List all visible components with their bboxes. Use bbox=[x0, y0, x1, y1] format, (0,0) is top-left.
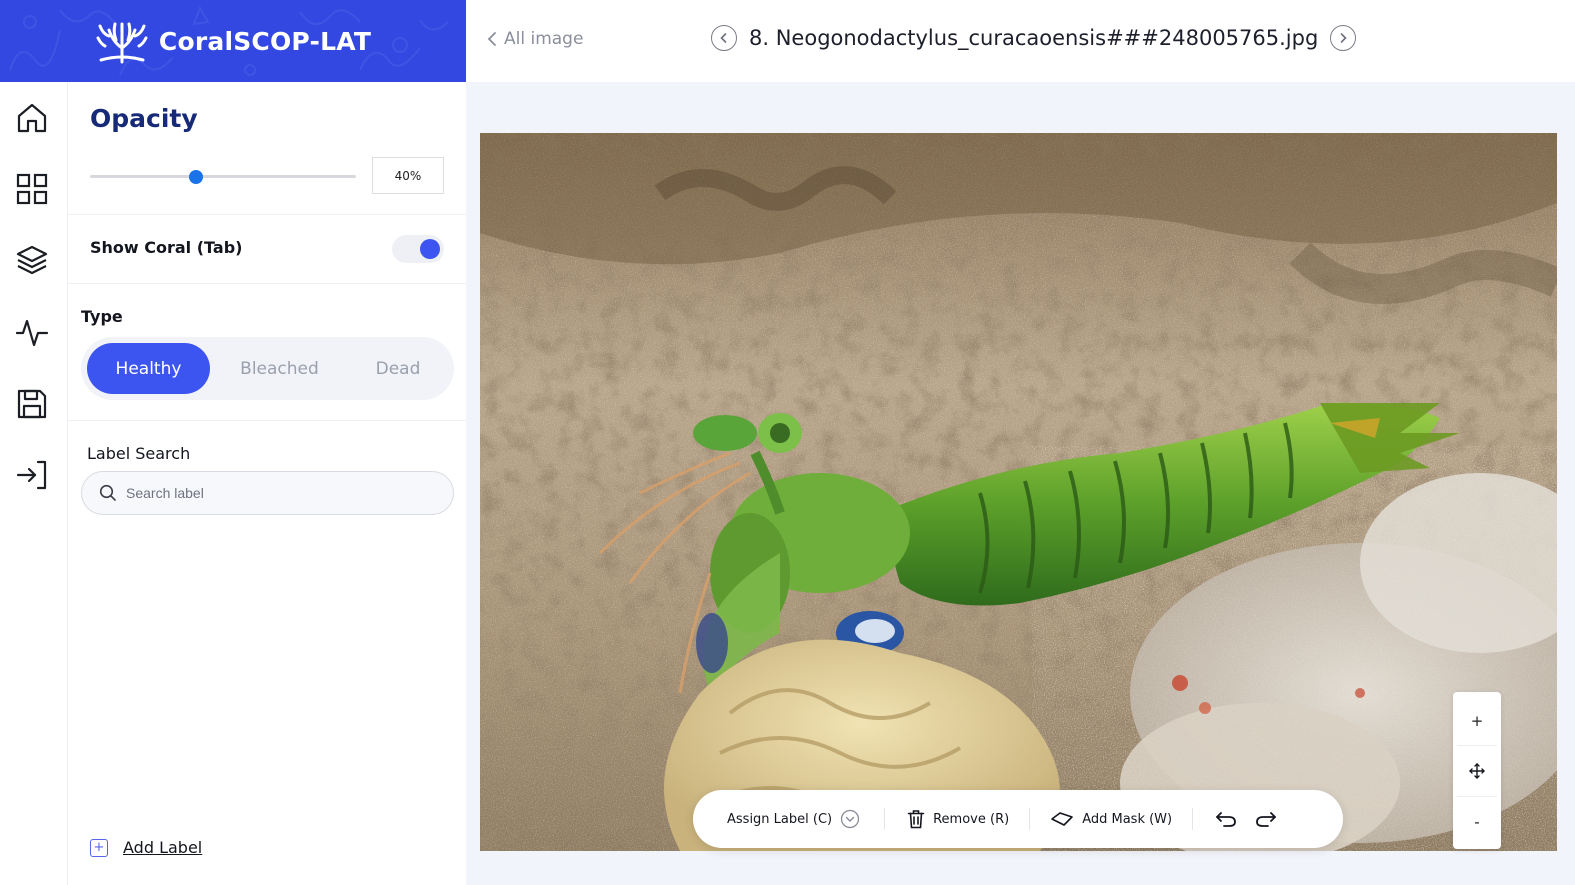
type-heading: Type bbox=[81, 307, 123, 326]
mantis-shrimp-photo bbox=[480, 133, 1557, 851]
annotation-image[interactable] bbox=[480, 133, 1557, 851]
brand-header: CoralSCOP-LAT bbox=[0, 0, 466, 82]
assign-label-text: Assign Label (C) bbox=[727, 811, 833, 827]
rail-analytics-button[interactable] bbox=[14, 314, 50, 350]
label-search-heading: Label Search bbox=[87, 444, 191, 463]
show-coral-label: Show Coral (Tab) bbox=[90, 238, 243, 257]
file-navigation: 8. Neogonodactylus_curacaoensis###248005… bbox=[711, 25, 1357, 51]
type-option-healthy[interactable]: Healthy bbox=[87, 343, 210, 394]
search-icon bbox=[99, 484, 116, 501]
divider bbox=[68, 283, 466, 284]
label-panel: Opacity 40% Show Coral (Tab) Type Health… bbox=[68, 82, 466, 885]
save-icon bbox=[17, 389, 47, 419]
add-label-text: Add Label bbox=[123, 838, 203, 857]
rail-home-button[interactable] bbox=[14, 100, 50, 136]
opacity-value-field[interactable]: 40% bbox=[372, 157, 444, 194]
grid-icon bbox=[16, 173, 48, 205]
undo-button[interactable] bbox=[1215, 810, 1237, 828]
pan-button[interactable] bbox=[1453, 745, 1501, 797]
rail-logout-button[interactable] bbox=[14, 457, 50, 493]
chevron-left-icon bbox=[720, 33, 727, 43]
rail-layers-button[interactable] bbox=[14, 242, 50, 278]
divider bbox=[68, 420, 466, 421]
previous-image-button[interactable] bbox=[711, 25, 737, 51]
show-coral-toggle[interactable] bbox=[392, 235, 444, 263]
zoom-in-button[interactable]: + bbox=[1453, 695, 1501, 747]
layers-icon bbox=[16, 245, 48, 275]
type-segmented-control: Healthy Bleached Dead bbox=[81, 337, 454, 400]
divider bbox=[68, 214, 466, 215]
toggle-knob bbox=[420, 239, 440, 259]
move-icon bbox=[1469, 763, 1485, 779]
rail-gallery-button[interactable] bbox=[14, 171, 50, 207]
redo-icon bbox=[1256, 812, 1277, 827]
rail-save-button[interactable] bbox=[14, 386, 50, 422]
zoom-out-button[interactable]: - bbox=[1453, 796, 1501, 848]
label-search-input[interactable] bbox=[126, 485, 426, 501]
opacity-slider-thumb[interactable] bbox=[189, 170, 204, 184]
brand-logo-group: CoralSCOP-LAT bbox=[95, 18, 371, 64]
remove-button[interactable]: Remove (R) bbox=[907, 809, 1009, 829]
plus-icon: + bbox=[90, 838, 108, 857]
redo-button[interactable] bbox=[1255, 810, 1277, 828]
chevron-right-icon bbox=[1340, 33, 1347, 43]
add-label-button[interactable]: + Add Label bbox=[90, 838, 202, 857]
chevron-left-icon bbox=[487, 32, 496, 46]
opacity-slider-track bbox=[90, 175, 356, 178]
next-image-button[interactable] bbox=[1330, 25, 1357, 51]
activity-icon bbox=[15, 319, 49, 347]
back-to-all-images-link[interactable]: All image bbox=[486, 29, 583, 49]
annotation-toolbar: Assign Label (C) Remove (R) Add Mask (W) bbox=[693, 790, 1343, 848]
top-bar: All image 8. Neogonodactylus_curacaoensi… bbox=[466, 0, 1575, 82]
opacity-slider[interactable] bbox=[90, 170, 356, 184]
app-title: CoralSCOP-LAT bbox=[158, 26, 372, 56]
remove-text: Remove (R) bbox=[933, 811, 1010, 827]
type-option-dead[interactable]: Dead bbox=[341, 343, 455, 394]
file-title: 8. Neogonodactylus_curacaoensis###248005… bbox=[749, 26, 1319, 50]
home-icon bbox=[17, 103, 47, 133]
mask-polygon-icon bbox=[1051, 812, 1073, 826]
add-mask-text: Add Mask (W) bbox=[1082, 811, 1173, 827]
logout-icon bbox=[16, 460, 47, 490]
app-window: CoralSCOP-LAT All image 8. Neogonodactyl… bbox=[0, 0, 1575, 885]
trash-icon bbox=[907, 810, 925, 829]
opacity-heading: Opacity bbox=[90, 104, 198, 133]
navigation-rail bbox=[0, 82, 68, 885]
type-option-bleached[interactable]: Bleached bbox=[218, 343, 341, 394]
coral-logo-icon bbox=[96, 22, 148, 64]
toolbar-separator bbox=[1029, 808, 1031, 830]
label-search-box bbox=[81, 471, 454, 515]
zoom-controls: + - bbox=[1453, 692, 1501, 849]
undo-icon bbox=[1216, 812, 1237, 827]
toolbar-separator bbox=[1192, 808, 1194, 830]
back-link-label: All image bbox=[504, 29, 584, 49]
assign-label-button[interactable]: Assign Label (C) bbox=[727, 809, 860, 829]
toolbar-separator bbox=[884, 808, 886, 830]
chevron-down-circle-icon bbox=[840, 809, 860, 829]
add-mask-button[interactable]: Add Mask (W) bbox=[1050, 811, 1172, 827]
